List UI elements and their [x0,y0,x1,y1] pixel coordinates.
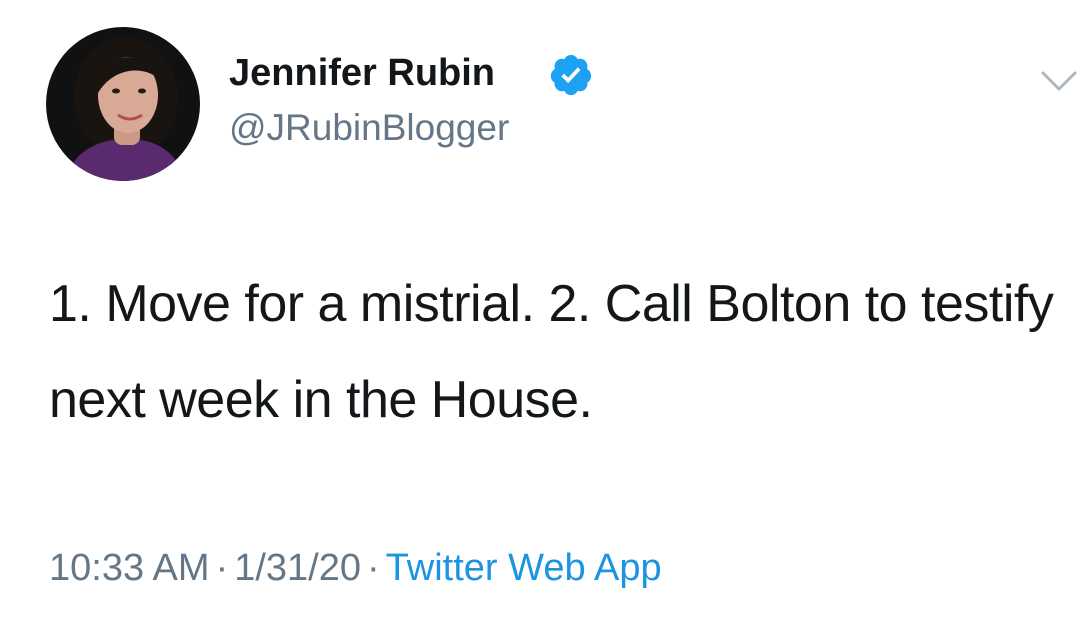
meta-separator: · [215,547,229,589]
chevron-down-icon[interactable] [1039,68,1079,96]
tweet-text: 1. Move for a mistrial. 2. Call Bolton t… [49,275,1054,429]
author-display-name[interactable]: Jennifer Rubin [229,48,495,98]
tweet-meta: 10:33 AM · 1/31/20 · Twitter Web App [49,543,662,593]
verified-badge-icon [550,54,592,96]
tweet-date[interactable]: 1/31/20 [234,547,361,589]
meta-separator: · [367,547,380,589]
avatar[interactable] [46,27,200,181]
tweet-source-link[interactable]: Twitter Web App [386,547,662,589]
tweet-time[interactable]: 10:33 AM [49,547,210,589]
author-handle[interactable]: @JRubinBlogger [229,105,509,151]
avatar-photo-icon [46,27,200,181]
